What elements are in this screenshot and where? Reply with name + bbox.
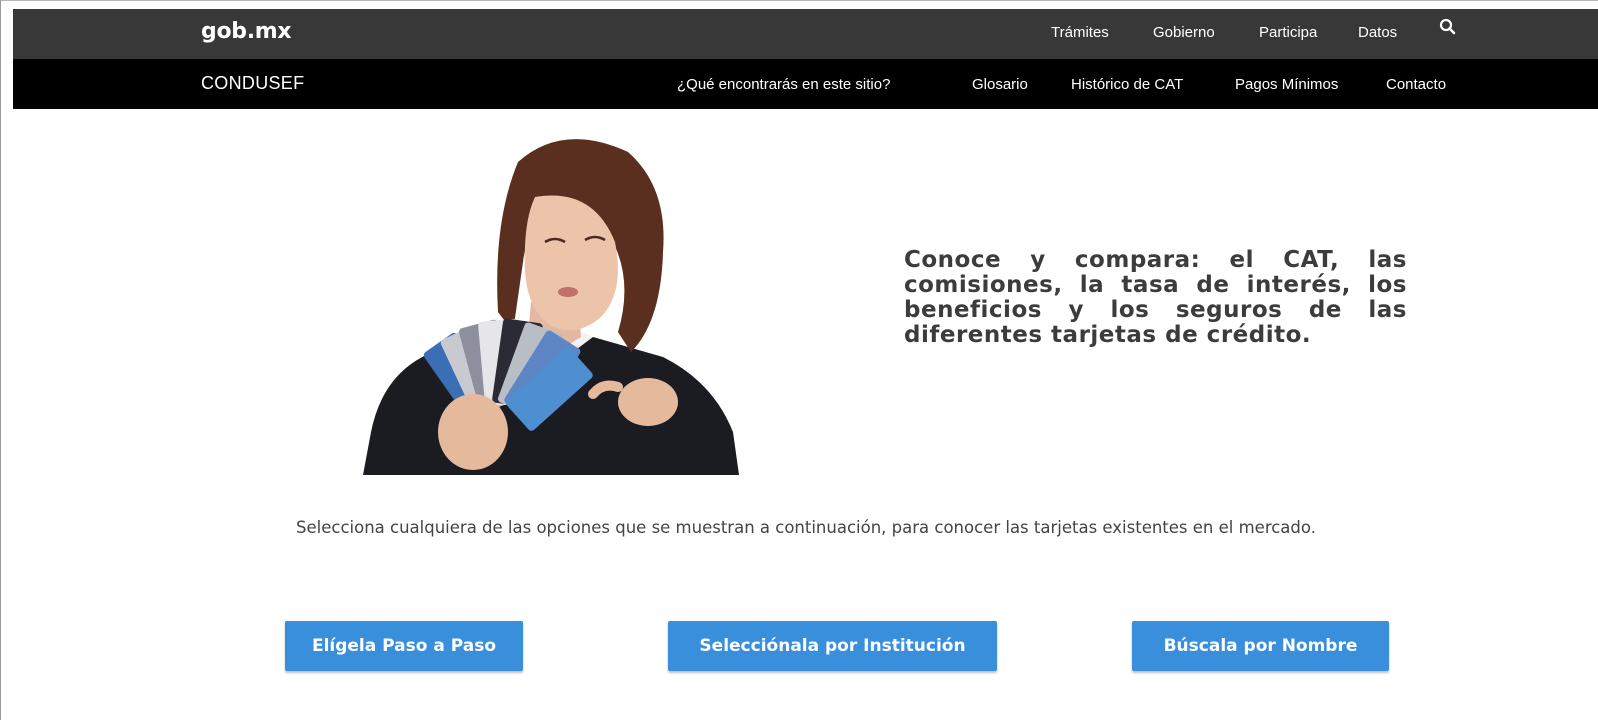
nav-gobierno[interactable]: Gobierno <box>1153 24 1215 41</box>
gob-header: gob.mx Trámites Gobierno Participa Datos <box>13 9 1598 59</box>
nav-pagos-minimos[interactable]: Pagos Mínimos <box>1235 76 1338 93</box>
paso-a-paso-button[interactable]: Elígela Paso a Paso <box>285 621 523 671</box>
woman-with-credit-cards-image <box>363 139 739 475</box>
nav-datos[interactable]: Datos <box>1358 24 1397 41</box>
instructions-text: Selecciona cualquiera de las opciones qu… <box>296 518 1316 537</box>
nav-participa[interactable]: Participa <box>1259 24 1317 41</box>
condusef-header: CONDUSEF ¿Qué encontrarás en este sitio?… <box>13 59 1598 109</box>
gob-logo[interactable]: gob.mx <box>201 19 292 44</box>
search-icon[interactable] <box>1438 17 1458 37</box>
browser-frame: gob.mx Trámites Gobierno Participa Datos… <box>0 0 1598 720</box>
nav-glosario[interactable]: Glosario <box>972 76 1028 93</box>
nav-historico-cat[interactable]: Histórico de CAT <box>1071 76 1183 93</box>
hero-description: Conoce y compara: el CAT, las comisiones… <box>904 247 1407 348</box>
por-nombre-button[interactable]: Búscala por Nombre <box>1132 621 1389 671</box>
nav-tramites[interactable]: Trámites <box>1051 24 1109 41</box>
por-institucion-button[interactable]: Selecciónala por Institución <box>668 621 997 671</box>
nav-contacto[interactable]: Contacto <box>1386 76 1446 93</box>
nav-que-encontraras[interactable]: ¿Qué encontrarás en este sitio? <box>677 76 890 93</box>
condusef-title[interactable]: CONDUSEF <box>201 73 304 94</box>
